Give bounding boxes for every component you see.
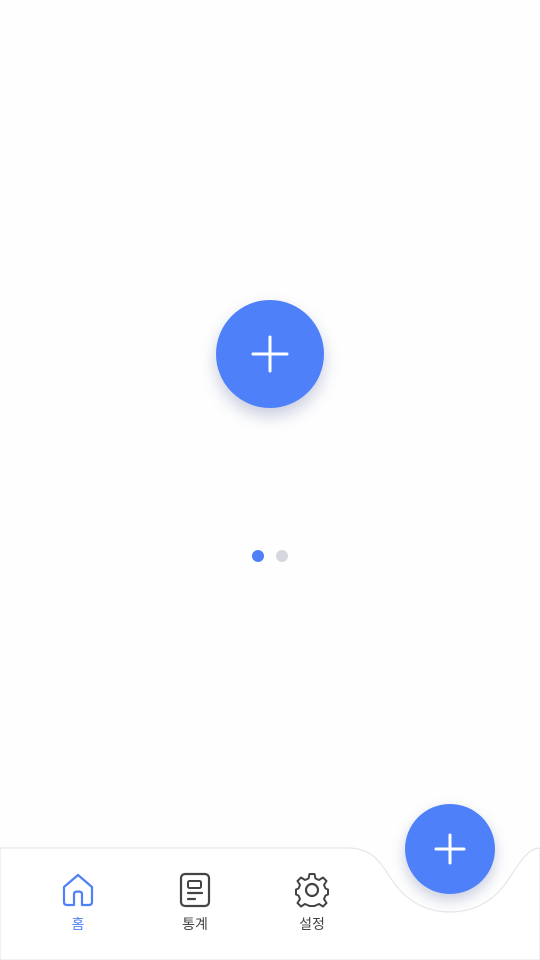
gear-icon	[295, 873, 329, 908]
nav-item-home[interactable]: 홈	[38, 872, 118, 942]
page-indicator	[0, 550, 540, 562]
nav-item-settings[interactable]: 설정	[272, 872, 352, 942]
app-screen: 홈 통계 설정	[0, 0, 540, 960]
page-dot-2[interactable]	[276, 550, 288, 562]
plus-icon	[251, 335, 289, 373]
floating-add-button[interactable]	[405, 804, 495, 894]
add-button[interactable]	[216, 300, 324, 408]
plus-icon	[434, 833, 466, 865]
nav-label-settings: 설정	[299, 917, 325, 933]
nav-label-statistics: 통계	[182, 917, 208, 933]
page-dot-1[interactable]	[252, 550, 264, 562]
statistics-document-icon	[179, 872, 211, 908]
home-icon	[62, 873, 94, 907]
nav-label-home: 홈	[71, 917, 85, 933]
nav-item-statistics[interactable]: 통계	[155, 872, 235, 942]
